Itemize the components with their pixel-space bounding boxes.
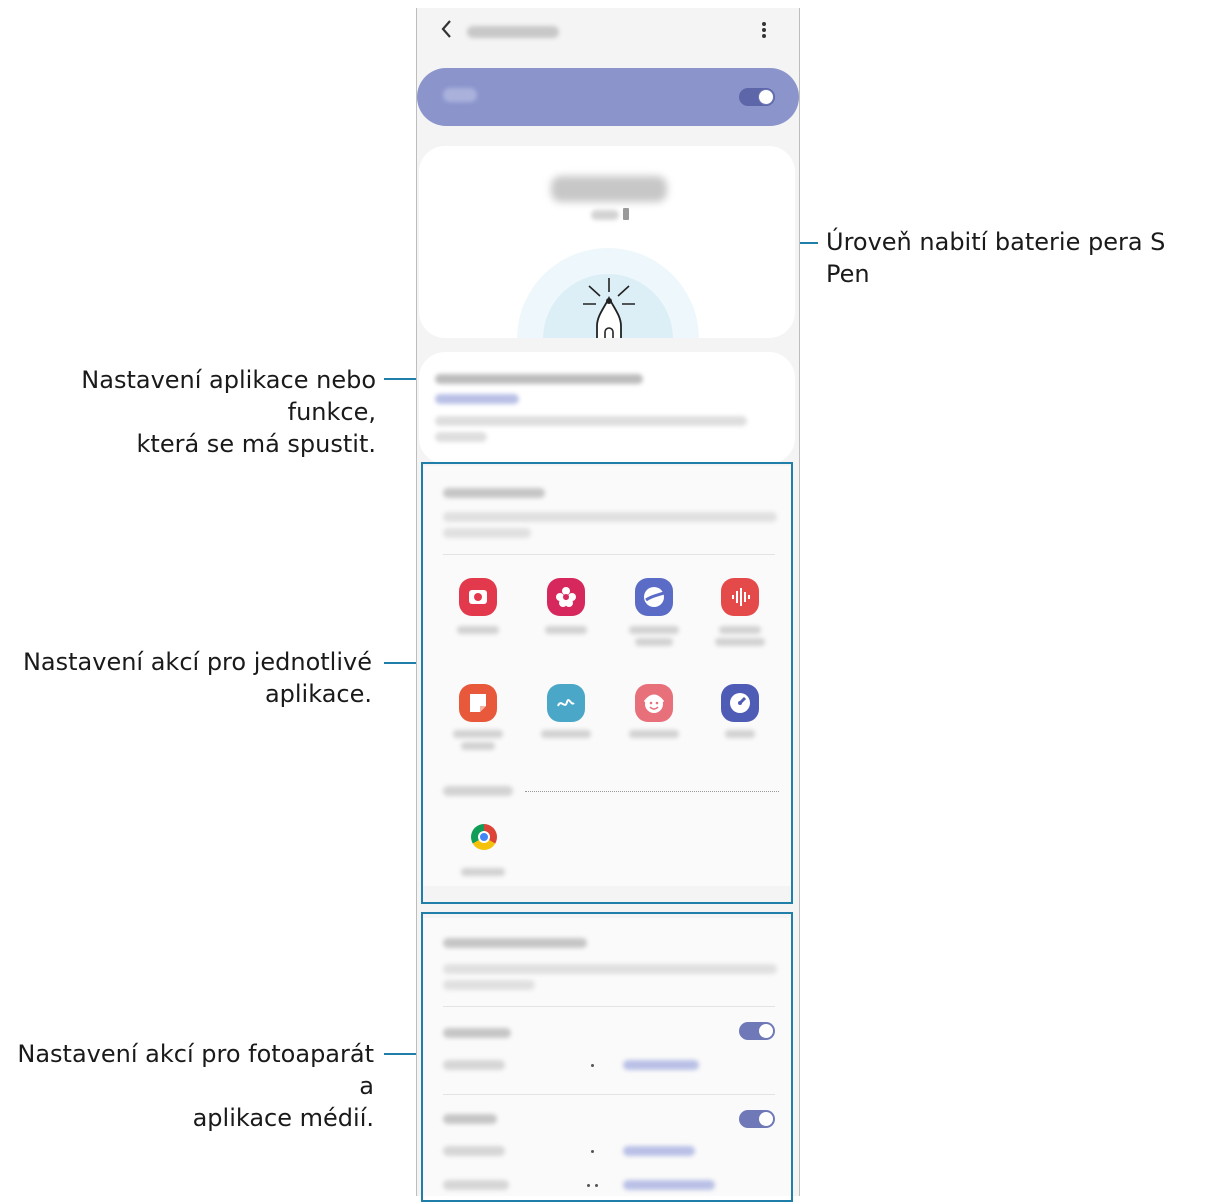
app-bar	[417, 8, 799, 56]
general-callout: Nastavení akcí pro fotoaparát a aplikace…	[10, 1038, 374, 1134]
app-actions-callout-line-2: aplikace.	[264, 680, 372, 708]
general-callout-line-1: Nastavení akcí pro fotoaparát a	[17, 1040, 374, 1100]
master-switch-label-blurred	[443, 88, 477, 102]
shortcut-callout-line-2: která se má spustit.	[136, 430, 376, 458]
master-switch-bar[interactable]	[417, 68, 799, 126]
pen-status-card	[419, 146, 795, 338]
s-pen-icon	[583, 278, 635, 338]
chevron-left-icon	[441, 20, 451, 38]
toggle-knob	[758, 89, 774, 105]
back-button[interactable]	[439, 18, 453, 46]
shortcut-callout-line-1: Nastavení aplikace nebo funkce,	[81, 366, 376, 426]
page-title-blurred	[467, 26, 559, 38]
shortcut-value-blurred	[435, 394, 519, 404]
battery-level-blurred	[591, 210, 619, 220]
more-options-button[interactable]	[761, 20, 767, 46]
general-actions-highlight-frame	[421, 912, 793, 1202]
battery-icon	[623, 208, 629, 220]
master-toggle[interactable]	[739, 88, 775, 106]
connection-status-blurred	[551, 176, 667, 202]
shortcut-desc-blurred	[435, 432, 487, 442]
more-vertical-icon	[762, 22, 766, 38]
hold-button-shortcut-card[interactable]	[419, 352, 795, 464]
shortcut-callout: Nastavení aplikace nebo funkce, která se…	[10, 364, 376, 460]
app-actions-highlight-frame	[421, 462, 793, 904]
app-actions-callout-line-1: Nastavení akcí pro jednotlivé	[22, 648, 372, 676]
shortcut-desc-blurred	[435, 416, 747, 426]
app-actions-callout: Nastavení akcí pro jednotlivé aplikace.	[10, 646, 372, 710]
shortcut-title-blurred	[435, 374, 643, 384]
battery-callout: Úroveň nabití baterie pera S Pen	[826, 228, 1166, 288]
general-callout-line-2: aplikace médií.	[192, 1104, 374, 1132]
